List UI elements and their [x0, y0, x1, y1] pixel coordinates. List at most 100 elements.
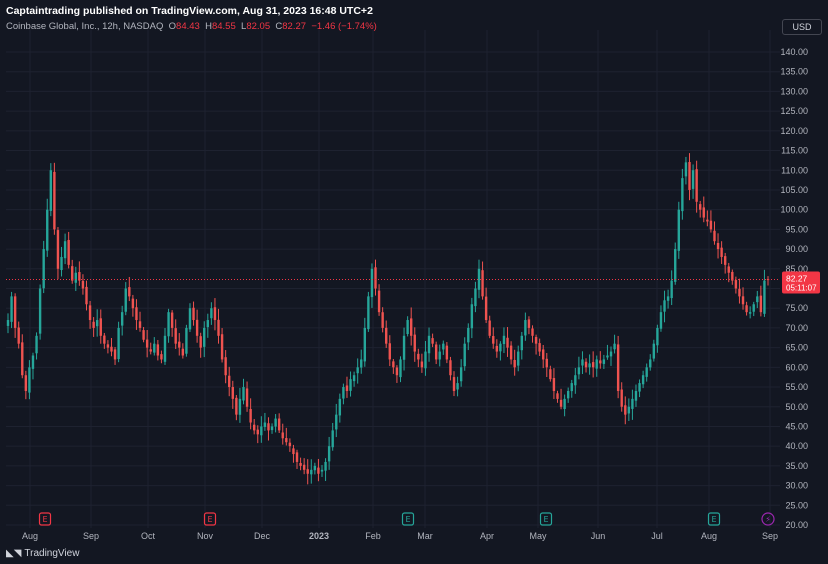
publisher-caption: Captaintrading published on TradingView.…	[6, 5, 373, 17]
y-tick-label: 40.00	[785, 441, 808, 451]
candle-body	[738, 288, 741, 297]
candle-body	[260, 426, 263, 436]
candle-body	[741, 296, 745, 305]
candle-body	[392, 361, 395, 368]
candle-body	[599, 360, 602, 364]
candle-body	[238, 398, 242, 415]
price-chart[interactable]: 20.00 25.00 30.00 35.00 40.00 45.00 50.00 55.00…	[0, 0, 828, 564]
candle-body	[113, 349, 117, 360]
candle-body	[659, 312, 663, 329]
candle-body	[645, 367, 648, 377]
brand-label: TradingView	[24, 548, 80, 559]
candle-body	[235, 397, 238, 415]
time-axis[interactable]: Aug Sep Oct Nov Dec 2023 Feb Mar Apr May Jun Jul Aug…	[22, 531, 778, 541]
candle-body	[285, 438, 288, 443]
last-price-label: 82.2705:11:07	[782, 271, 820, 294]
candle-body	[652, 343, 656, 359]
candle-body	[138, 321, 142, 328]
candle-body	[277, 418, 281, 431]
candle-body	[377, 290, 381, 313]
candle-body	[331, 430, 334, 448]
candle-body	[556, 393, 559, 399]
candle-body	[142, 330, 145, 340]
candle-body	[56, 230, 60, 269]
candle-body	[520, 335, 524, 351]
candle-body	[178, 341, 181, 348]
y-tick-label: 30.00	[785, 481, 808, 491]
candle-body	[638, 383, 641, 392]
candle-body	[160, 354, 163, 360]
candle-body	[145, 339, 149, 348]
candle-body	[249, 409, 252, 423]
candle-body	[745, 305, 748, 313]
earnings-event-icon: E	[38, 512, 52, 526]
earnings-event-icon: E	[707, 512, 721, 526]
candle-body	[195, 319, 199, 336]
candle-body	[402, 335, 406, 360]
candle-body	[135, 307, 138, 321]
candle-body	[449, 360, 452, 376]
candle-body	[185, 327, 188, 354]
y-tick-label: 125.00	[780, 106, 808, 116]
candle-body	[388, 343, 391, 360]
x-tick-label: Jul	[651, 531, 663, 541]
y-tick-label: 100.00	[780, 205, 808, 215]
tradingview-brand[interactable]: ◣◥ TradingView	[6, 548, 79, 559]
candle-body	[153, 343, 156, 353]
candle-body	[31, 355, 35, 369]
candle-body	[131, 298, 135, 309]
y-tick-label: 55.00	[785, 382, 808, 392]
candle-body	[545, 358, 548, 368]
event-label: E	[42, 515, 47, 524]
candle-body	[21, 342, 24, 376]
x-tick-label: Apr	[480, 531, 494, 541]
candle-body	[424, 351, 427, 369]
high-label: H	[205, 21, 212, 32]
candle-body	[499, 343, 502, 352]
candle-body	[409, 318, 413, 336]
candle-body	[716, 243, 720, 250]
last-price-countdown: 05:11:07	[786, 284, 817, 293]
candle-body	[641, 375, 645, 385]
close-value: 82.27	[282, 21, 307, 32]
candle-body	[509, 345, 513, 360]
candle-body	[210, 308, 213, 319]
candle-body	[559, 399, 563, 407]
candle-body	[10, 296, 13, 322]
candle-body	[463, 343, 466, 367]
candle-body	[81, 280, 85, 289]
currency-button[interactable]: USD	[782, 19, 822, 35]
candle-body	[459, 367, 463, 382]
candle-body	[88, 305, 92, 321]
candle-body	[363, 327, 367, 362]
candle-body	[117, 327, 120, 360]
candle-body	[584, 361, 588, 368]
candle-body	[756, 296, 759, 303]
event-markers: E E E E E ⚡	[38, 512, 775, 526]
candle-body	[552, 377, 556, 391]
candle-body	[170, 312, 174, 328]
candle-body	[613, 343, 616, 350]
candle-body	[438, 351, 441, 360]
symbol-name: Coinbase Global, Inc., 12h, NASDAQ	[6, 21, 164, 32]
candle-body	[85, 286, 88, 305]
candle-body	[631, 398, 634, 409]
candle-body	[684, 162, 688, 177]
candle-body	[542, 349, 545, 360]
x-tick-label: Dec	[254, 531, 271, 541]
candle-body	[549, 369, 552, 380]
candle-body	[566, 390, 570, 399]
change-value: −1.46 (−1.74%)	[311, 21, 377, 32]
candle-body	[327, 446, 331, 462]
x-tick-label: May	[529, 531, 547, 541]
candle-body	[310, 469, 313, 475]
candle-body	[188, 308, 192, 330]
candle-body	[759, 295, 763, 313]
candle-body	[713, 230, 716, 242]
y-tick-label: 25.00	[785, 500, 808, 510]
candle-body	[649, 359, 652, 368]
candle-body	[174, 328, 177, 344]
candle-body	[6, 320, 10, 326]
y-tick-label: 130.00	[780, 86, 808, 96]
candle-body	[492, 336, 495, 344]
